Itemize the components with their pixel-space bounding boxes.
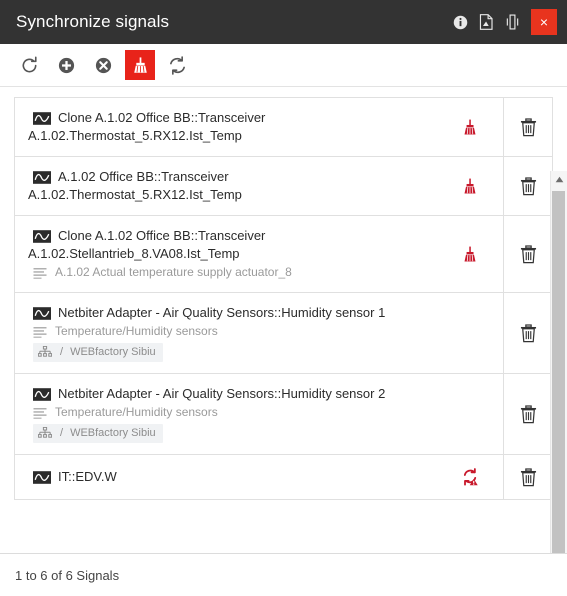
delete-signal-button[interactable] [503,293,552,373]
signal-wave-icon [33,111,51,125]
signal-subtitle: A.1.02.Thermostat_5.RX12.Ist_Temp [28,128,242,143]
signal-title-line: Netbiter Adapter - Air Quality Sensors::… [33,385,431,403]
synchronize-button[interactable] [162,50,192,80]
trash-icon[interactable] [520,117,537,137]
signal-title: IT::EDV.W [58,469,117,484]
scrollbar-thumb[interactable] [552,191,565,553]
signal-path-badge: / WEBfactory Sibiu [33,424,163,443]
signal-info: A.1.02 Office BB::Transceiver A.1.02.The… [15,157,437,215]
signal-path: WEBfactory Sibiu [70,427,156,439]
description-lines-icon [33,267,47,279]
pdf-export-icon[interactable] [473,0,499,44]
synchronize-signals-window: Synchronize signals × Clone A.1.02 Offic… [0,0,567,596]
broom-icon[interactable] [461,177,479,196]
delete-signal-button[interactable] [503,455,552,499]
signal-status[interactable] [437,98,503,156]
signal-list: Clone A.1.02 Office BB::Transceiver A.1.… [14,97,553,500]
signal-description-line: A.1.02 Actual temperature supply actuato… [33,264,431,281]
hierarchy-icon [38,427,52,438]
signal-title: Netbiter Adapter - Air Quality Sensors::… [58,386,386,401]
signal-description: A.1.02 Actual temperature supply actuato… [55,265,292,279]
signal-info: IT::EDV.W [15,455,437,499]
remove-signal-button[interactable] [88,50,118,80]
signal-title: Clone A.1.02 Office BB::Transceiver [58,228,266,243]
window-titlebar: Synchronize signals × [0,0,567,44]
delete-signal-button[interactable] [503,374,552,454]
description-lines-icon [33,407,47,419]
signal-title: Clone A.1.02 Office BB::Transceiver [58,110,266,125]
signal-title-line: IT::EDV.W [33,468,431,486]
signal-path: WEBfactory Sibiu [70,346,156,358]
window-title: Synchronize signals [16,12,170,31]
table-row[interactable]: Clone A.1.02 Office BB::Transceiver A.1.… [15,216,552,293]
signal-title: Netbiter Adapter - Air Quality Sensors::… [58,305,386,320]
signal-status[interactable] [437,157,503,215]
signal-subtitle: A.1.02.Stellantrieb_8.VA08.Ist_Temp [28,246,240,261]
detach-panel-icon[interactable] [499,0,525,44]
trash-icon[interactable] [520,323,537,343]
titlebar-actions: × [447,0,567,44]
table-row[interactable]: Netbiter Adapter - Air Quality Sensors::… [15,293,552,374]
add-signal-button[interactable] [51,50,81,80]
signal-wave-icon [33,387,51,401]
signal-wave-icon [33,170,51,184]
delete-signal-button[interactable] [503,216,552,292]
signal-status [437,374,503,454]
sync-warning-icon[interactable] [461,468,480,486]
signal-description-line: Temperature/Humidity sensors [33,404,431,421]
trash-icon[interactable] [520,244,537,264]
signal-path-badge: / WEBfactory Sibiu [33,343,163,362]
broom-icon[interactable] [461,245,479,264]
signal-title-line: Clone A.1.02 Office BB::Transceiver [33,227,431,245]
signal-status [437,293,503,373]
table-row[interactable]: A.1.02 Office BB::Transceiver A.1.02.The… [15,157,552,216]
signal-wave-icon [33,470,51,484]
close-icon[interactable]: × [531,9,557,35]
vertical-scrollbar[interactable] [550,171,567,553]
trash-icon[interactable] [520,404,537,424]
info-icon[interactable] [447,0,473,44]
signal-description: Temperature/Humidity sensors [55,324,218,338]
trash-icon[interactable] [520,467,537,487]
signal-status[interactable] [437,455,503,499]
signal-info: Netbiter Adapter - Air Quality Sensors::… [15,374,437,454]
signal-path-separator: / [60,427,64,439]
table-row[interactable]: IT::EDV.W [15,455,552,500]
scroll-up-arrow[interactable] [551,171,567,187]
toolbar [0,44,567,87]
signal-path-line: / WEBfactory Sibiu [33,343,431,362]
trash-icon[interactable] [520,176,537,196]
hierarchy-icon [38,346,52,357]
signal-title-line: Netbiter Adapter - Air Quality Sensors::… [33,304,431,322]
signal-wave-icon [33,229,51,243]
delete-signal-button[interactable] [503,98,552,156]
signal-subtitle: A.1.02.Thermostat_5.RX12.Ist_Temp [28,187,242,202]
clean-signals-button[interactable] [125,50,155,80]
footer: 1 to 6 of 6 Signals [0,553,567,596]
signal-description-line: Temperature/Humidity sensors [33,323,431,340]
signal-status[interactable] [437,216,503,292]
signal-path-line: / WEBfactory Sibiu [33,424,431,443]
broom-icon[interactable] [461,118,479,137]
signal-list-area: Clone A.1.02 Office BB::Transceiver A.1.… [0,87,567,553]
table-row[interactable]: Clone A.1.02 Office BB::Transceiver A.1.… [15,98,552,157]
delete-signal-button[interactable] [503,157,552,215]
signal-path-separator: / [60,346,64,358]
signal-title-line: A.1.02 Office BB::Transceiver [33,168,431,186]
description-lines-icon [33,326,47,338]
scrollbar-track[interactable] [551,187,567,553]
signal-description: Temperature/Humidity sensors [55,405,218,419]
table-row[interactable]: Netbiter Adapter - Air Quality Sensors::… [15,374,552,455]
signal-info: Netbiter Adapter - Air Quality Sensors::… [15,293,437,373]
refresh-button[interactable] [14,50,44,80]
signal-info: Clone A.1.02 Office BB::Transceiver A.1.… [15,98,437,156]
pagination-status: 1 to 6 of 6 Signals [15,567,120,583]
signal-title: A.1.02 Office BB::Transceiver [58,169,229,184]
signal-info: Clone A.1.02 Office BB::Transceiver A.1.… [15,216,437,292]
signal-title-line: Clone A.1.02 Office BB::Transceiver [33,109,431,127]
signal-wave-icon [33,306,51,320]
